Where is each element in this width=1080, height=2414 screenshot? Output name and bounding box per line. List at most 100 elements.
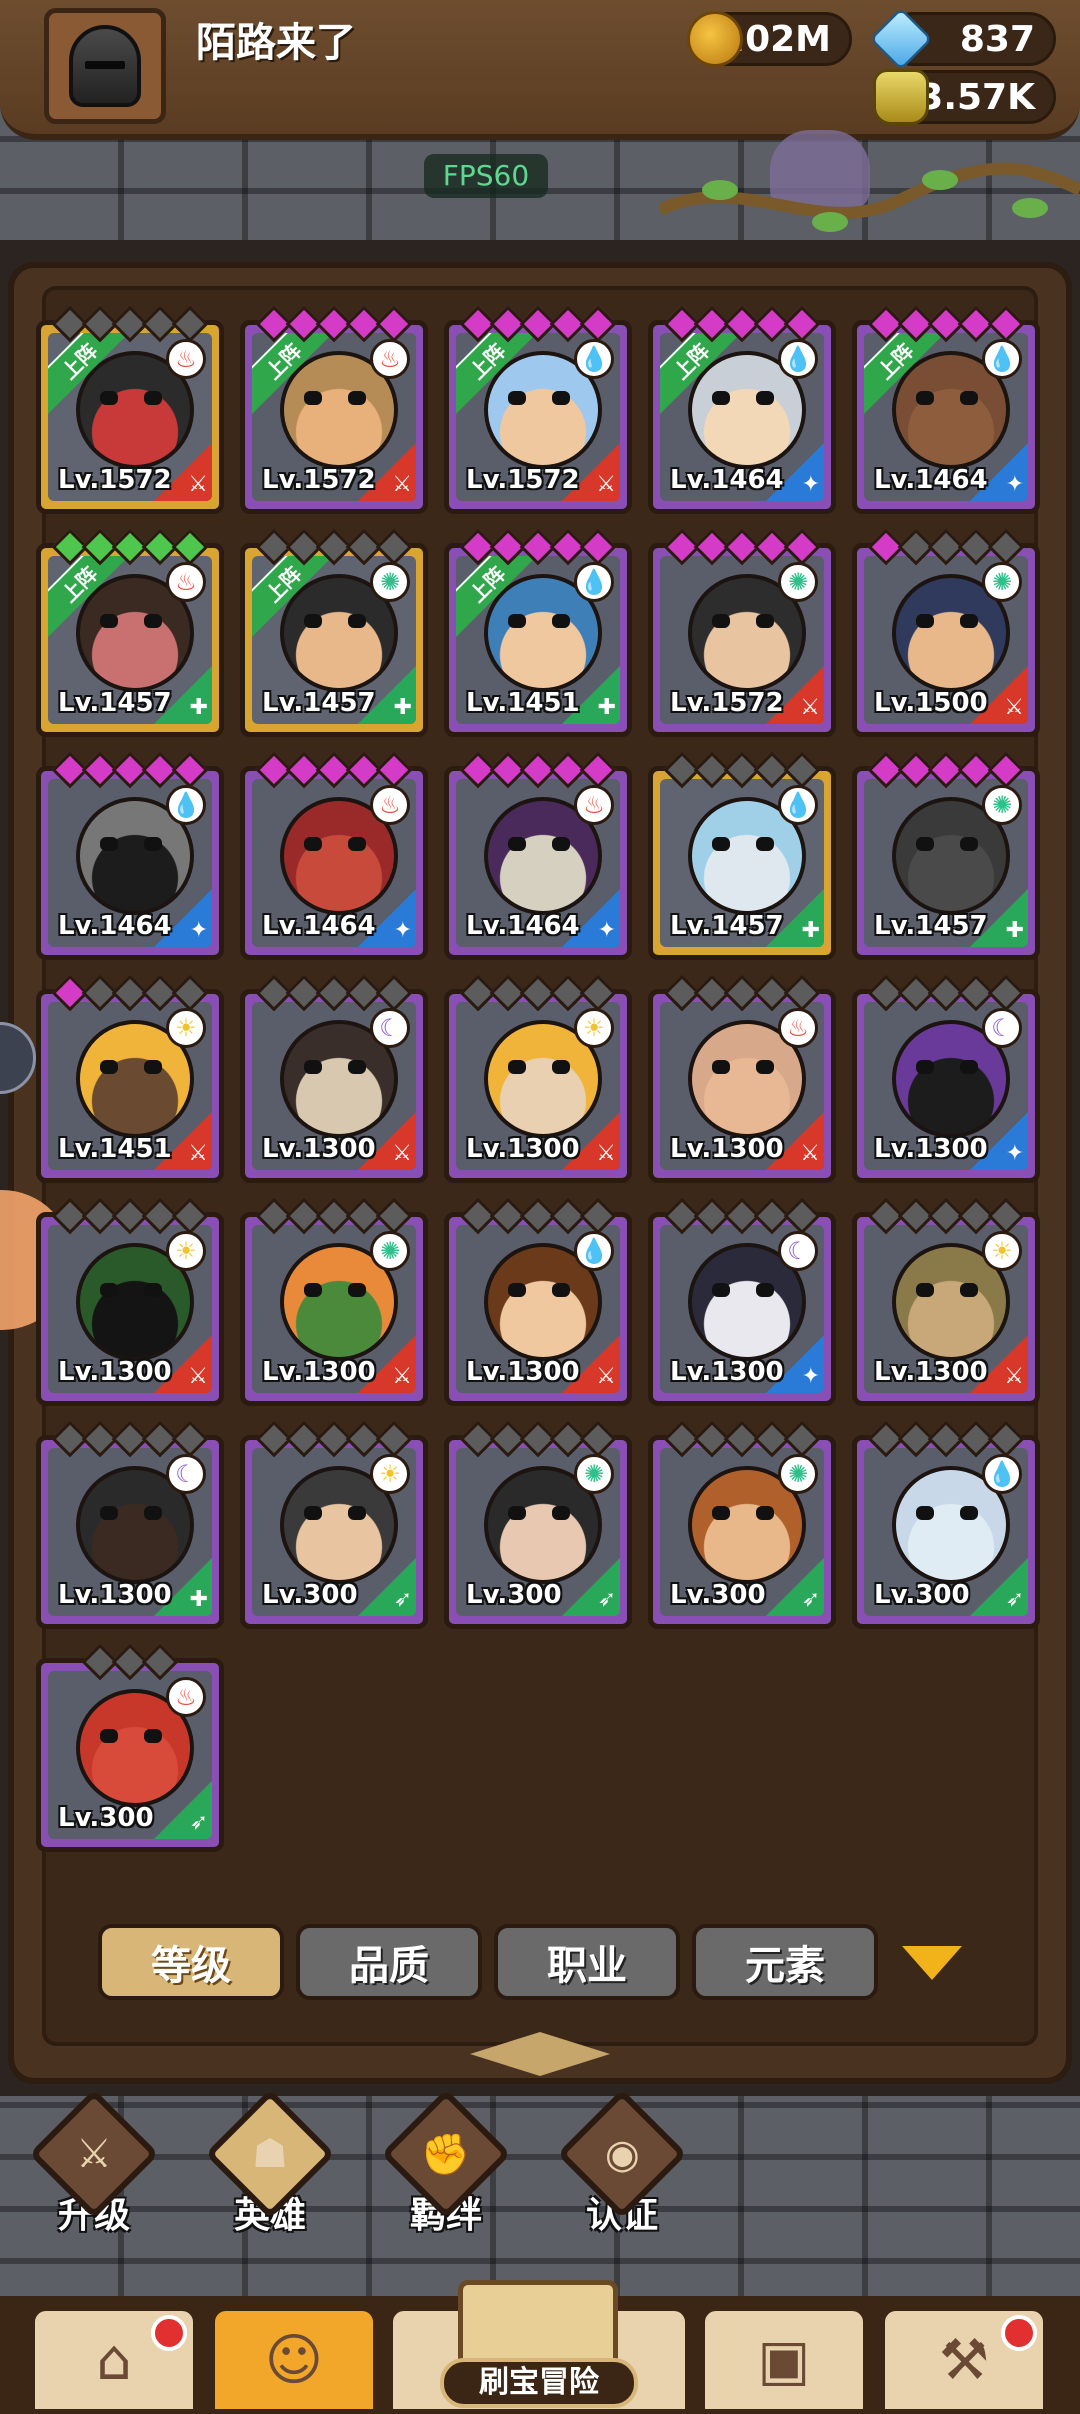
player-avatar[interactable] [44,8,166,124]
gem-counter[interactable]: 837 [869,7,1056,71]
hero-eye [100,1729,118,1743]
hero-card[interactable]: 💧 ✚ Lv.1457 [648,751,836,960]
notification-badge [1001,2315,1037,2351]
hero-portrait: 上阵 💧 ⚔ Lv.1572 [456,333,620,501]
nav-inventory[interactable]: ▣ [700,2306,868,2414]
hero-card[interactable]: 上阵 ♨ ⚔ Lv.1572 [240,305,428,514]
hero-eye [916,837,934,851]
nav-heroes[interactable]: ☺ [210,2306,378,2414]
star-icon [579,974,617,1012]
staff-class-icon: ✦ [189,918,208,943]
nav-forge[interactable]: ⚒ [880,2306,1048,2414]
hero-eye [552,1283,570,1297]
star-icon [375,751,413,789]
light-element-icon: ☀ [370,1454,410,1494]
sword-class-icon: ⚔ [800,1141,820,1166]
potion-counter[interactable]: 3.57K [873,69,1056,125]
star-icon [579,1420,617,1458]
hero-card[interactable]: ☀ ➶ Lv.300 [240,1420,428,1629]
water-element-icon: 💧 [166,785,206,825]
hero-card[interactable]: 上阵 💧 ✦ Lv.1464 [648,305,836,514]
hero-card[interactable]: ✺ ⚔ Lv.1500 [852,528,1040,737]
hero-eye [960,1506,978,1520]
star-icon [375,1420,413,1458]
hero-card[interactable]: ☀ ⚔ Lv.1451 [36,974,224,1183]
staff-class-icon: ✦ [597,918,616,943]
bow-class-icon: ➶ [801,1587,820,1612]
nav-shop[interactable]: ⌂ [30,2306,198,2414]
star-icon [171,974,209,1012]
star-icon [987,1197,1025,1235]
hero-card[interactable]: ☀ ⚔ Lv.1300 [36,1197,224,1406]
filter-tab-level[interactable]: 等级 [98,1924,284,2000]
hero-card[interactable]: 上阵 ♨ ⚔ Lv.1572 [36,305,224,514]
hero-card[interactable]: ✺ ✚ Lv.1457 [852,751,1040,960]
hero-star-rating [459,751,617,789]
adventure-label: 刷宝冒险 [440,2358,638,2408]
hero-card[interactable]: 💧 ➶ Lv.300 [852,1420,1040,1629]
hero-star-rating [51,305,209,343]
star-icon [171,751,209,789]
filter-tab-element[interactable]: 元素 [692,1924,878,2000]
hero-card[interactable]: ✺ ⚔ Lv.1300 [240,1197,428,1406]
hero-card[interactable]: ☾ ✦ Lv.1300 [852,974,1040,1183]
star-icon [171,1420,209,1458]
hero-card[interactable]: ☾ ✚ Lv.1300 [36,1420,224,1629]
hero-eye [756,1060,774,1074]
hero-portrait: ☾ ✦ Lv.1300 [660,1225,824,1393]
hero-card[interactable]: 上阵 ✺ ✚ Lv.1457 [240,528,428,737]
sort-filter-bar: 等级 品质 职业 元素 [98,1924,878,2000]
hero-card[interactable]: ♨ ⚔ Lv.1300 [648,974,836,1183]
hero-card[interactable]: ✺ ➶ Lv.300 [648,1420,836,1629]
dark-element-icon: ☾ [370,1008,410,1048]
filter-dropdown-arrow-icon[interactable] [902,1946,962,1980]
notification-badge [151,2315,187,2351]
hero-card[interactable]: ☾ ⚔ Lv.1300 [240,974,428,1183]
wind-element-icon: ✺ [370,562,410,602]
hero-star-rating [51,1197,209,1235]
filter-tab-quality[interactable]: 品质 [296,1924,482,2000]
hero-card[interactable]: 上阵 💧 ⚔ Lv.1572 [444,305,632,514]
shield-class-icon: ✚ [1005,918,1024,943]
hero-portrait: ✺ ⚔ Lv.1300 [252,1225,416,1393]
hero-level: Lv.1457 [262,688,376,718]
subnav-upgrade[interactable]: ⚔ 升级 [24,2088,164,2236]
star-icon [141,1643,179,1681]
gold-counter[interactable]: 1.02M [687,11,852,67]
hero-card[interactable]: 上阵 💧 ✦ Lv.1464 [852,305,1040,514]
hero-eye [144,837,162,851]
hero-eye [304,1283,322,1297]
bow-class-icon: ➶ [393,1587,412,1612]
hero-card[interactable]: ♨ ✦ Lv.1464 [240,751,428,960]
hero-eye [144,614,162,628]
hero-star-rating [255,528,413,566]
hero-level: Lv.1572 [670,688,784,718]
hero-level: Lv.1457 [670,911,784,941]
hero-card[interactable]: ♨ ➶ Lv.300 [36,1643,224,1852]
hero-card[interactable]: ☀ ⚔ Lv.1300 [444,974,632,1183]
nav-adventure[interactable]: 刷宝冒险 [388,2280,690,2414]
hero-card[interactable]: 上阵 💧 ✚ Lv.1451 [444,528,632,737]
staff-class-icon: ✦ [1005,472,1024,497]
star-icon [783,1420,821,1458]
subnav-bond[interactable]: ✊ 羁绊 [376,2088,516,2236]
star-icon [987,1420,1025,1458]
hero-card[interactable]: ☀ ⚔ Lv.1300 [852,1197,1040,1406]
hero-eye [100,391,118,405]
hero-card[interactable]: 💧 ✦ Lv.1464 [36,751,224,960]
filter-tab-class[interactable]: 职业 [494,1924,680,2000]
hero-card[interactable]: 上阵 ♨ ✚ Lv.1457 [36,528,224,737]
hero-card[interactable]: ♨ ✦ Lv.1464 [444,751,632,960]
water-element-icon: 💧 [574,562,614,602]
hero-card[interactable]: ✺ ➶ Lv.300 [444,1420,632,1629]
subnav-heroes[interactable]: ☗ 英雄 [200,2088,340,2236]
hero-level: Lv.1457 [874,911,988,941]
subnav-certify[interactable]: ◉ 认证 [552,2088,692,2236]
hero-eye [552,1060,570,1074]
hero-card[interactable]: ☾ ✦ Lv.1300 [648,1197,836,1406]
light-element-icon: ☀ [982,1231,1022,1271]
hero-level: Lv.300 [670,1580,766,1610]
hero-card[interactable]: 💧 ⚔ Lv.1300 [444,1197,632,1406]
hero-portrait: ☾ ✚ Lv.1300 [48,1448,212,1616]
hero-card[interactable]: ✺ ⚔ Lv.1572 [648,528,836,737]
